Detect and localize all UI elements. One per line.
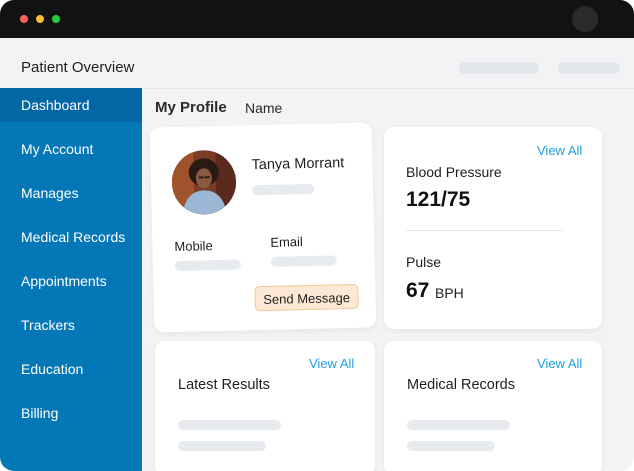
section-subtitle: Name [245, 100, 283, 116]
close-window-button[interactable] [20, 15, 28, 23]
user-avatar-placeholder[interactable] [572, 6, 598, 32]
divider [406, 230, 563, 231]
mobile-value-placeholder [174, 259, 241, 272]
pulse-label: Pulse [406, 254, 442, 270]
sidebar-item-dashboard[interactable]: Dashboard [0, 88, 142, 122]
email-label: Email [270, 234, 304, 250]
result-placeholder [178, 420, 281, 430]
result-placeholder [178, 441, 266, 451]
sidebar-item-education[interactable]: Education [0, 352, 142, 386]
header-placeholder [459, 62, 539, 74]
sidebar-item-medical-records[interactable]: Medical Records [0, 220, 142, 254]
minimize-window-button[interactable] [36, 15, 44, 23]
latest-results-card: View All Latest Results [155, 341, 375, 471]
sidebar-item-label: Medical Records [21, 229, 126, 245]
avatar [171, 149, 237, 216]
title-bar [0, 0, 634, 38]
medical-records-card: View All Medical Records [384, 341, 602, 471]
sidebar-item-label: Dashboard [21, 97, 90, 113]
blood-pressure-label: Blood Pressure [406, 164, 502, 180]
app-header: Patient Overview [0, 38, 634, 89]
pulse-unit: BPH [435, 285, 464, 301]
sidebar-item-billing[interactable]: Billing [0, 396, 142, 430]
sidebar-item-appointments[interactable]: Appointments [0, 264, 142, 298]
pulse-value: 67 [406, 279, 430, 302]
sidebar-item-label: Billing [21, 405, 59, 421]
patient-name: Tanya Morrant [251, 155, 345, 174]
view-all-results-link[interactable]: View All [309, 356, 354, 371]
sidebar-item-label: Trackers [21, 317, 75, 333]
avatar-portrait-icon [171, 149, 237, 216]
email-value-placeholder [270, 255, 337, 267]
record-placeholder [407, 441, 495, 451]
mobile-label: Mobile [174, 238, 213, 255]
sidebar-item-manages[interactable]: Manages [0, 176, 142, 210]
view-all-vitals-link[interactable]: View All [537, 143, 582, 158]
maximize-window-button[interactable] [52, 15, 60, 23]
page-title: Patient Overview [21, 59, 135, 76]
sidebar-item-my-account[interactable]: My Account [0, 132, 142, 166]
sidebar-item-label: Education [21, 361, 84, 377]
latest-results-title: Latest Results [178, 377, 270, 393]
text-placeholder [252, 183, 315, 196]
sidebar-item-label: Appointments [21, 273, 107, 289]
medical-records-title: Medical Records [407, 377, 515, 393]
sidebar-item-trackers[interactable]: Trackers [0, 308, 142, 342]
sidebar-item-label: My Account [21, 141, 94, 157]
record-placeholder [407, 420, 510, 430]
sidebar: Dashboard My Account Manages Medical Rec… [0, 88, 142, 471]
view-all-records-link[interactable]: View All [537, 356, 582, 371]
vitals-card: View All Blood Pressure 121/75 Pulse 67 … [384, 127, 602, 329]
section-title: My Profile [155, 99, 227, 116]
header-placeholder [558, 62, 620, 74]
blood-pressure-value: 121/75 [406, 188, 471, 211]
profile-card: Tanya Morrant Mobile Email Send Message [149, 122, 377, 333]
sidebar-item-label: Manages [21, 185, 79, 201]
app-window: Patient Overview Dashboard My Account Ma… [0, 0, 634, 471]
send-message-button[interactable]: Send Message [254, 283, 359, 312]
